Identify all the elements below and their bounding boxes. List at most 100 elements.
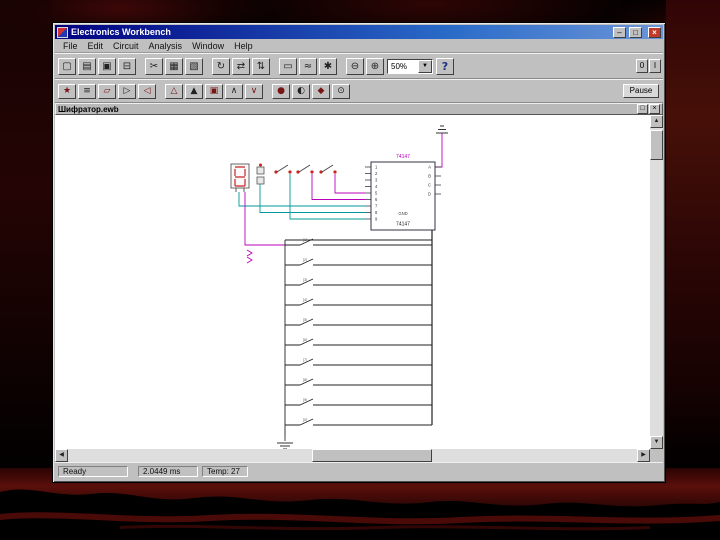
seven-segment-display[interactable] bbox=[231, 164, 249, 192]
status-message: Ready bbox=[58, 466, 128, 477]
svg-text:[1]: [1] bbox=[303, 238, 307, 242]
main-toolbar: ▢ ▤ ▣ ⊟ ✂ ▦ ▧ ↻ ⇄ ⇅ ▭ ≈ ✱ ⊖ ⊕ 50% ▼ ? 0 bbox=[55, 53, 663, 79]
ewb-window: Electronics Workbench – □ × File Edit Ci… bbox=[52, 22, 666, 483]
close-button[interactable]: × bbox=[648, 27, 661, 38]
favorites-icon[interactable]: ★ bbox=[58, 84, 76, 99]
ground-symbol-top[interactable] bbox=[436, 126, 448, 133]
cut-icon[interactable]: ✂ bbox=[145, 58, 163, 75]
background-texture-left bbox=[0, 0, 52, 480]
controls-icon[interactable]: ◐ bbox=[292, 84, 310, 99]
status-temp: Temp: 27 bbox=[202, 466, 248, 477]
chip-model-label: 74147 bbox=[396, 222, 410, 228]
status-time: 2.0449 ms bbox=[138, 466, 198, 477]
menu-edit[interactable]: Edit bbox=[83, 41, 109, 51]
component-properties-icon[interactable]: ✱ bbox=[319, 58, 337, 75]
chip-pin-label: B bbox=[428, 174, 431, 179]
app-icon bbox=[57, 27, 68, 38]
zoom-in-icon[interactable]: ⊕ bbox=[366, 58, 384, 75]
document-title: Шифратор.ewb bbox=[58, 105, 636, 114]
chip-gnd-label: GND bbox=[398, 211, 407, 216]
ground-symbol-bottom[interactable] bbox=[277, 437, 293, 449]
menu-bar: File Edit Circuit Analysis Window Help bbox=[55, 39, 663, 53]
transistors-icon[interactable]: ◁ bbox=[138, 84, 156, 99]
svg-text:[4]: [4] bbox=[303, 298, 307, 302]
scroll-right-icon[interactable]: ▶ bbox=[637, 449, 650, 462]
chip-pin-label: A bbox=[428, 165, 431, 170]
horizontal-scroll-track[interactable] bbox=[68, 449, 637, 462]
chip-pin-label: C bbox=[428, 183, 431, 188]
switch-component[interactable] bbox=[274, 165, 291, 174]
diodes-icon[interactable]: ▷ bbox=[118, 84, 136, 99]
help-button[interactable]: ? bbox=[436, 58, 454, 75]
svg-text:[3]: [3] bbox=[303, 278, 307, 282]
svg-text:[7]: [7] bbox=[303, 358, 307, 362]
svg-text:[5]: [5] bbox=[303, 318, 307, 322]
chevron-down-icon[interactable]: ▼ bbox=[418, 60, 432, 73]
paste-icon[interactable]: ▧ bbox=[185, 58, 203, 75]
miscellaneous-icon[interactable]: ◆ bbox=[312, 84, 330, 99]
power-on-button[interactable]: I bbox=[649, 59, 661, 73]
window-title: Electronics Workbench bbox=[71, 27, 610, 37]
zoom-value: 50% bbox=[388, 62, 418, 71]
flip-horizontal-icon[interactable]: ⇄ bbox=[232, 58, 250, 75]
copy-icon[interactable]: ▦ bbox=[165, 58, 183, 75]
instruments-icon[interactable]: ⊙ bbox=[332, 84, 350, 99]
save-icon[interactable]: ▣ bbox=[98, 58, 116, 75]
new-icon[interactable]: ▢ bbox=[58, 58, 76, 75]
document-close-button[interactable]: × bbox=[649, 104, 660, 114]
digital-ics-icon[interactable]: ▣ bbox=[205, 84, 223, 99]
subcircuit-icon[interactable]: ▭ bbox=[279, 58, 297, 75]
vertical-scroll-thumb[interactable] bbox=[650, 130, 663, 160]
analog-ics-icon[interactable]: △ bbox=[165, 84, 183, 99]
rotate-icon[interactable]: ↻ bbox=[212, 58, 230, 75]
menu-window[interactable]: Window bbox=[187, 41, 229, 51]
schematic-canvas[interactable]: 1 2 3 4 5 6 7 8 9 A B C D GND 74 bbox=[55, 115, 650, 449]
vertical-scrollbar[interactable]: ▲ ▼ bbox=[650, 115, 663, 449]
workspace: 1 2 3 4 5 6 7 8 9 A B C D GND 74 bbox=[55, 115, 663, 449]
print-icon[interactable]: ⊟ bbox=[118, 58, 136, 75]
menu-help[interactable]: Help bbox=[229, 41, 258, 51]
document-restore-button[interactable]: □ bbox=[637, 104, 648, 114]
flip-vertical-icon[interactable]: ⇅ bbox=[252, 58, 270, 75]
switch-component[interactable] bbox=[319, 165, 336, 174]
background-texture-right bbox=[666, 0, 720, 470]
svg-text:[6]: [6] bbox=[303, 338, 307, 342]
zoom-out-icon[interactable]: ⊖ bbox=[346, 58, 364, 75]
horizontal-scroll-thumb[interactable] bbox=[312, 449, 432, 462]
sources-icon[interactable]: ≡ bbox=[78, 84, 96, 99]
vertical-scroll-track[interactable] bbox=[650, 128, 663, 436]
logic-gates-icon[interactable]: ∧ bbox=[225, 84, 243, 99]
minimize-button[interactable]: – bbox=[613, 27, 626, 38]
switch-component[interactable] bbox=[296, 165, 313, 174]
digital-parts-icon[interactable]: ∨ bbox=[245, 84, 263, 99]
switch-ladder-labels: [1] [2] [3] [4] [5] [6] [7] [8] [9] [0] bbox=[303, 238, 307, 422]
status-bar: Ready 2.0449 ms Temp: 27 bbox=[55, 462, 663, 480]
horizontal-scrollbar[interactable]: ◀ ▶ bbox=[55, 449, 650, 462]
pause-button[interactable]: Pause bbox=[623, 84, 659, 98]
document-title-bar[interactable]: Шифратор.ewb □ × bbox=[55, 103, 663, 115]
mixed-ics-icon[interactable]: ▲ bbox=[185, 84, 203, 99]
chip-ref-label: 74147 bbox=[396, 154, 410, 160]
resize-corner[interactable] bbox=[650, 449, 663, 462]
parts-bin-toolbar: ★ ≡ ▱ ▷ ◁ △ ▲ ▣ ∧ ∨ ● ◐ ◆ ⊙ Pause bbox=[55, 79, 663, 103]
scroll-down-icon[interactable]: ▼ bbox=[650, 436, 663, 449]
indicators-icon[interactable]: ● bbox=[272, 84, 290, 99]
menu-analysis[interactable]: Analysis bbox=[144, 41, 188, 51]
maximize-button[interactable]: □ bbox=[629, 27, 642, 38]
title-bar[interactable]: Electronics Workbench – □ × bbox=[55, 25, 663, 39]
display-graphs-icon[interactable]: ≈ bbox=[299, 58, 317, 75]
menu-file[interactable]: File bbox=[58, 41, 83, 51]
scroll-left-icon[interactable]: ◀ bbox=[55, 449, 68, 462]
svg-text:[0]: [0] bbox=[303, 418, 307, 422]
chip-74147[interactable]: 1 2 3 4 5 6 7 8 9 A B C D GND 74 bbox=[365, 154, 441, 230]
zoom-select[interactable]: 50% ▼ bbox=[387, 59, 433, 74]
svg-text:[2]: [2] bbox=[303, 258, 307, 262]
svg-text:[8]: [8] bbox=[303, 378, 307, 382]
scroll-up-icon[interactable]: ▲ bbox=[650, 115, 663, 128]
svg-text:[9]: [9] bbox=[303, 398, 307, 402]
key-component[interactable] bbox=[257, 164, 264, 185]
power-off-button[interactable]: 0 bbox=[636, 59, 648, 73]
open-icon[interactable]: ▤ bbox=[78, 58, 96, 75]
basic-parts-icon[interactable]: ▱ bbox=[98, 84, 116, 99]
menu-circuit[interactable]: Circuit bbox=[108, 41, 144, 51]
